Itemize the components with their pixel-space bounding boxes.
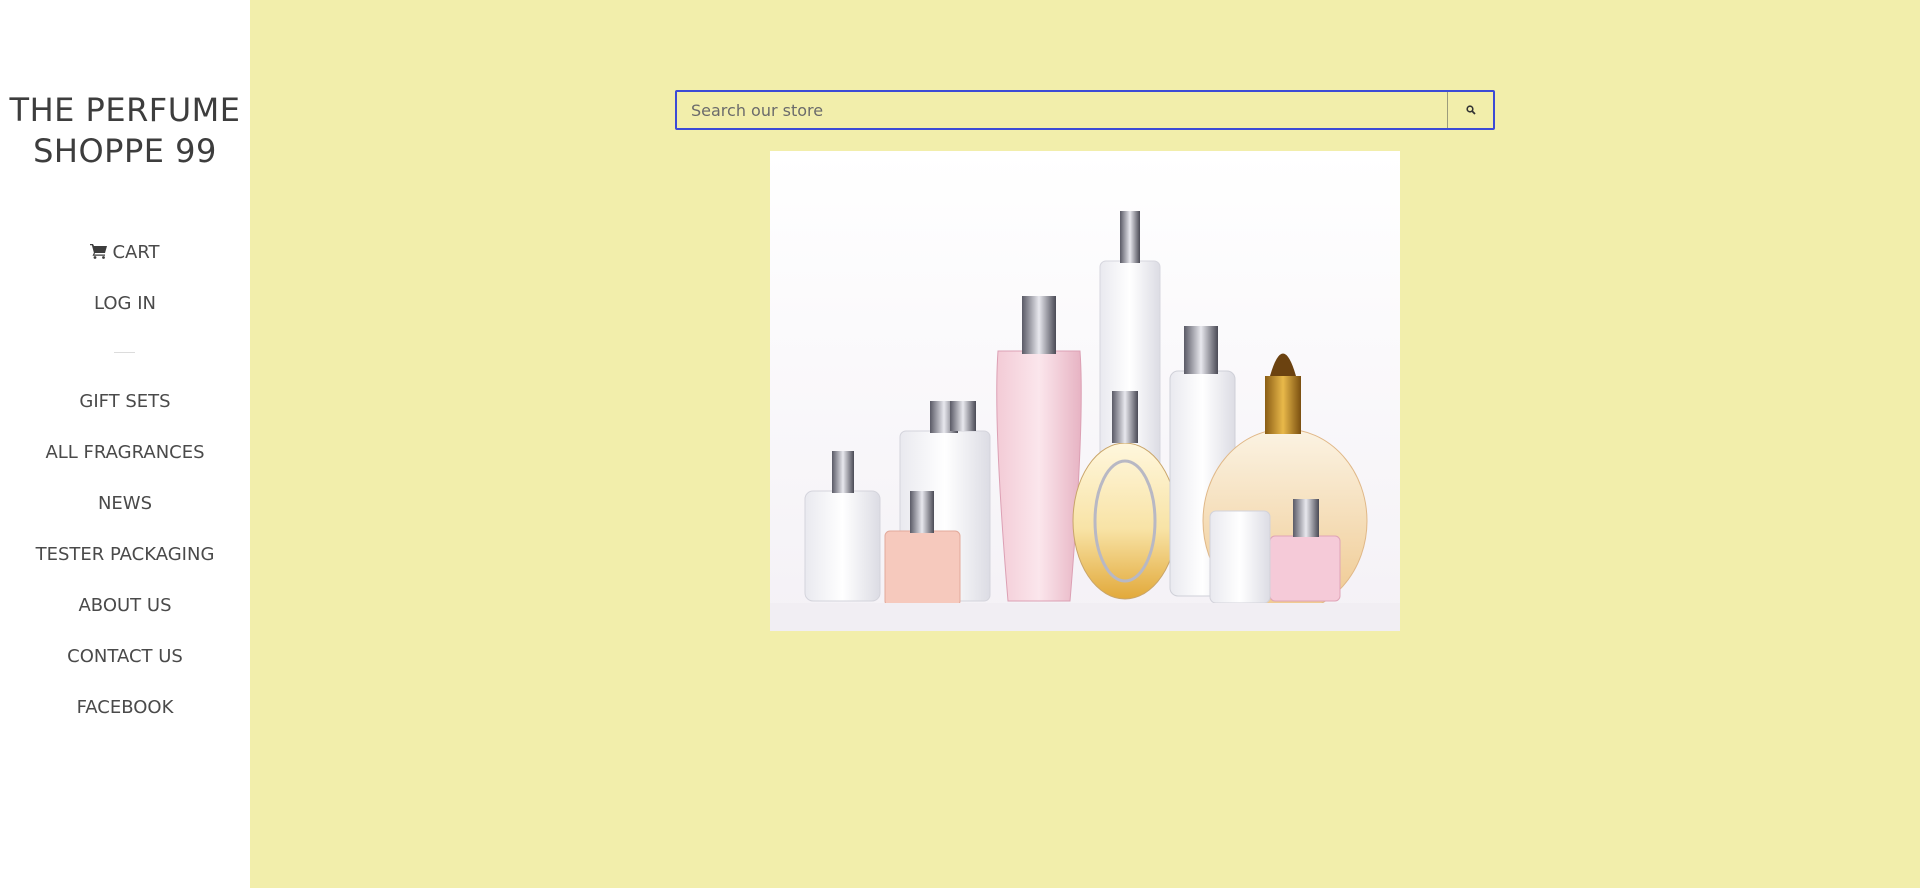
- nav-divider: [114, 352, 135, 353]
- store-title-line2: SHOPPE 99: [33, 132, 217, 170]
- nav-item-all-fragrances[interactable]: ALL FRAGRANCES: [0, 427, 250, 478]
- hero-image: [770, 151, 1400, 631]
- store-title-line1: THE PERFUME: [9, 91, 241, 129]
- nav-item-contact-us[interactable]: CONTACT US: [0, 631, 250, 682]
- search-icon: [1465, 105, 1476, 115]
- main-nav: GIFT SETS ALL FRAGRANCES NEWS TESTER PAC…: [0, 376, 250, 733]
- search-input[interactable]: [677, 92, 1447, 128]
- sidebar: THE PERFUME SHOPPE 99 CART LOG IN GIFT S…: [0, 0, 250, 888]
- store-title-link[interactable]: THE PERFUME SHOPPE 99: [0, 90, 250, 172]
- nav-item-about-us[interactable]: ABOUT US: [0, 580, 250, 631]
- perfume-bottles-image: [770, 151, 1400, 631]
- search-form: [675, 90, 1495, 130]
- nav-item-gift-sets[interactable]: GIFT SETS: [0, 376, 250, 427]
- login-link[interactable]: LOG IN: [0, 278, 250, 329]
- cart-label: CART: [112, 242, 160, 263]
- nav-item-news[interactable]: NEWS: [0, 478, 250, 529]
- account-nav: CART LOG IN: [0, 227, 250, 329]
- nav-item-facebook[interactable]: FACEBOOK: [0, 682, 250, 733]
- main-content: [250, 0, 1920, 888]
- search-button[interactable]: [1447, 92, 1493, 128]
- cart-icon: [90, 244, 108, 259]
- nav-item-tester-packaging[interactable]: TESTER PACKAGING: [0, 529, 250, 580]
- cart-link[interactable]: CART: [0, 227, 250, 278]
